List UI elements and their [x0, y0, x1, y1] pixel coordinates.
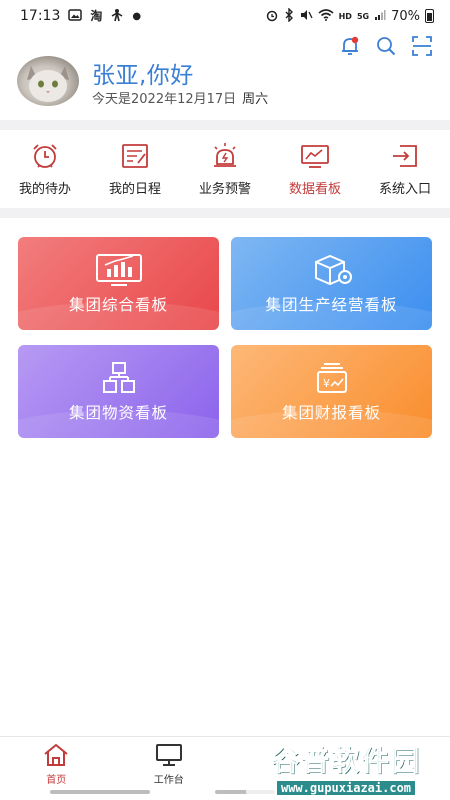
watermark: 谷普软件园 www.gupuxiazai.com: [246, 738, 446, 796]
mute-icon: [299, 8, 313, 24]
signal-icon: [374, 9, 386, 23]
box-gear-icon: [308, 253, 356, 287]
quick-nav: 我的待办 我的日程 业务预警 数据看板 系统入口: [0, 130, 450, 208]
quick-nav-schedule[interactable]: 我的日程: [90, 130, 180, 208]
network-type: 5G: [356, 11, 370, 21]
quick-nav-warning[interactable]: 业务预警: [180, 130, 270, 208]
svg-text:¥: ¥: [323, 377, 330, 390]
bar-chart-monitor-icon: [95, 253, 143, 287]
weekday: 周六: [242, 92, 269, 107]
scan-icon[interactable]: [410, 34, 434, 58]
card-label: 集团财报看板: [281, 403, 381, 422]
wifi-icon: [318, 9, 334, 23]
greeting: 张亚,你好: [92, 63, 194, 89]
card-production-operation[interactable]: 集团生产经营看板: [231, 237, 432, 330]
card-label: 集团物资看板: [68, 403, 168, 422]
date-text: 今天是2022年12月17日: [92, 92, 237, 107]
quick-nav-label: 业务预警: [198, 182, 251, 197]
schedule-icon: [120, 142, 150, 170]
clock: 17:13: [20, 8, 61, 24]
status-bar: 17:13 淘 ● HD 5G 70%: [0, 0, 450, 32]
quick-nav-label: 我的待办: [18, 182, 71, 197]
gallery-icon: [68, 9, 83, 23]
card-label: 集团生产经营看板: [265, 295, 398, 314]
more-notifications-dot: ●: [132, 10, 142, 22]
system-nav-pill-left: [50, 790, 150, 794]
quick-nav-system-entry[interactable]: 系统入口: [360, 130, 450, 208]
taobao-icon: 淘: [90, 9, 103, 23]
tab-label: 工作台: [153, 775, 184, 786]
entry-icon: [390, 142, 420, 170]
avatar[interactable]: [17, 56, 79, 106]
tab-workbench[interactable]: 工作台: [113, 737, 226, 788]
quick-nav-label: 系统入口: [378, 182, 431, 197]
alarm-clock-icon: [30, 142, 60, 170]
quick-nav-dashboard[interactable]: 数据看板: [270, 130, 360, 208]
watermark-title: 谷普软件园: [270, 744, 421, 778]
card-label: 集团综合看板: [68, 295, 168, 314]
header-actions: [338, 34, 434, 58]
quick-nav-label: 我的日程: [108, 182, 161, 197]
battery-icon: [425, 9, 434, 23]
tab-home[interactable]: 首页: [0, 737, 113, 788]
app-notification-icon: [110, 8, 124, 24]
tab-label: 首页: [46, 775, 67, 786]
bluetooth-icon: [284, 7, 294, 24]
watermark-url: www.gupuxiazai.com: [276, 781, 416, 795]
user-header: 张亚,你好 今天是2022年12月17日 周六: [0, 32, 450, 120]
card-group-overview[interactable]: 集团综合看板: [18, 237, 219, 330]
card-materials[interactable]: 集团物资看板: [18, 345, 219, 438]
warning-light-icon: [210, 142, 240, 170]
date-line: 今天是2022年12月17日 周六: [92, 88, 268, 107]
quick-nav-todo[interactable]: 我的待办: [0, 130, 90, 208]
home-icon: [41, 743, 71, 767]
quick-nav-label: 数据看板: [288, 182, 341, 197]
alarm-status-icon: [265, 8, 279, 24]
chart-board-icon: [300, 142, 330, 170]
search-icon[interactable]: [374, 34, 398, 58]
desktop-icon: [154, 743, 184, 767]
boxes-icon: [95, 361, 143, 395]
card-financial-report[interactable]: ¥ 集团财报看板: [231, 345, 432, 438]
section-divider: [0, 208, 450, 218]
notification-bell-icon[interactable]: [338, 34, 362, 58]
battery-percent: 70%: [391, 8, 420, 24]
hd-label: HD: [338, 11, 352, 21]
finance-report-icon: ¥: [308, 361, 356, 395]
section-divider: [0, 120, 450, 130]
